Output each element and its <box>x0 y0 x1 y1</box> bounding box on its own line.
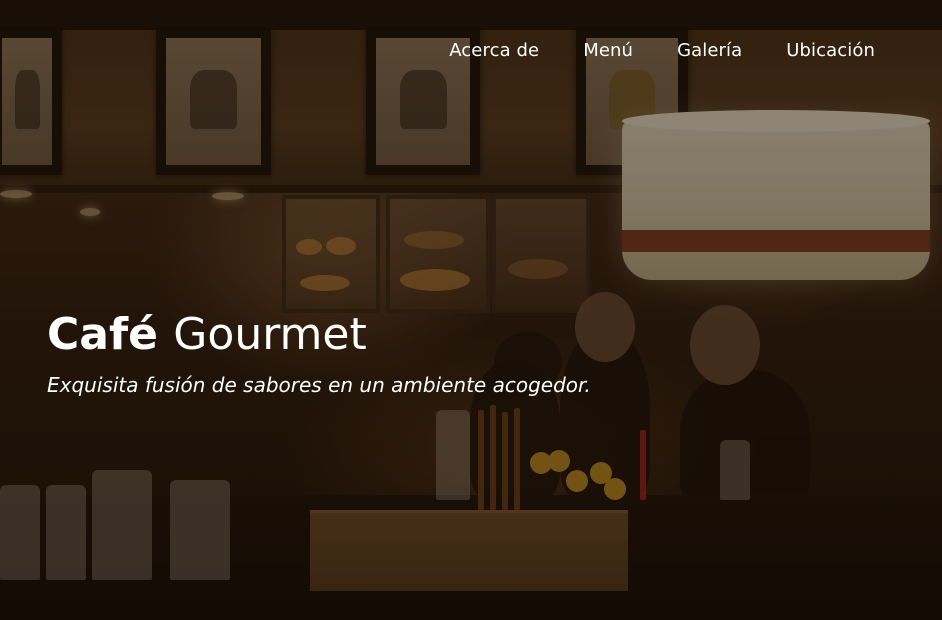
hero-title: Café Gourmet <box>47 305 367 365</box>
main-navigation: Acerca de Menú Galería Ubicación <box>449 40 875 61</box>
nav-link-menu[interactable]: Menú <box>583 40 633 61</box>
nav-link-galeria[interactable]: Galería <box>677 40 742 61</box>
hero-title-bold: Café <box>47 309 158 360</box>
nav-link-acerca-de[interactable]: Acerca de <box>449 40 539 61</box>
hero-section: Acerca de Menú Galería Ubicación Café Go… <box>0 0 942 620</box>
nav-link-ubicacion[interactable]: Ubicación <box>786 40 875 61</box>
hero-title-light: Gourmet <box>173 309 367 360</box>
hero-tagline: Exquisita fusión de sabores en un ambien… <box>47 373 591 397</box>
